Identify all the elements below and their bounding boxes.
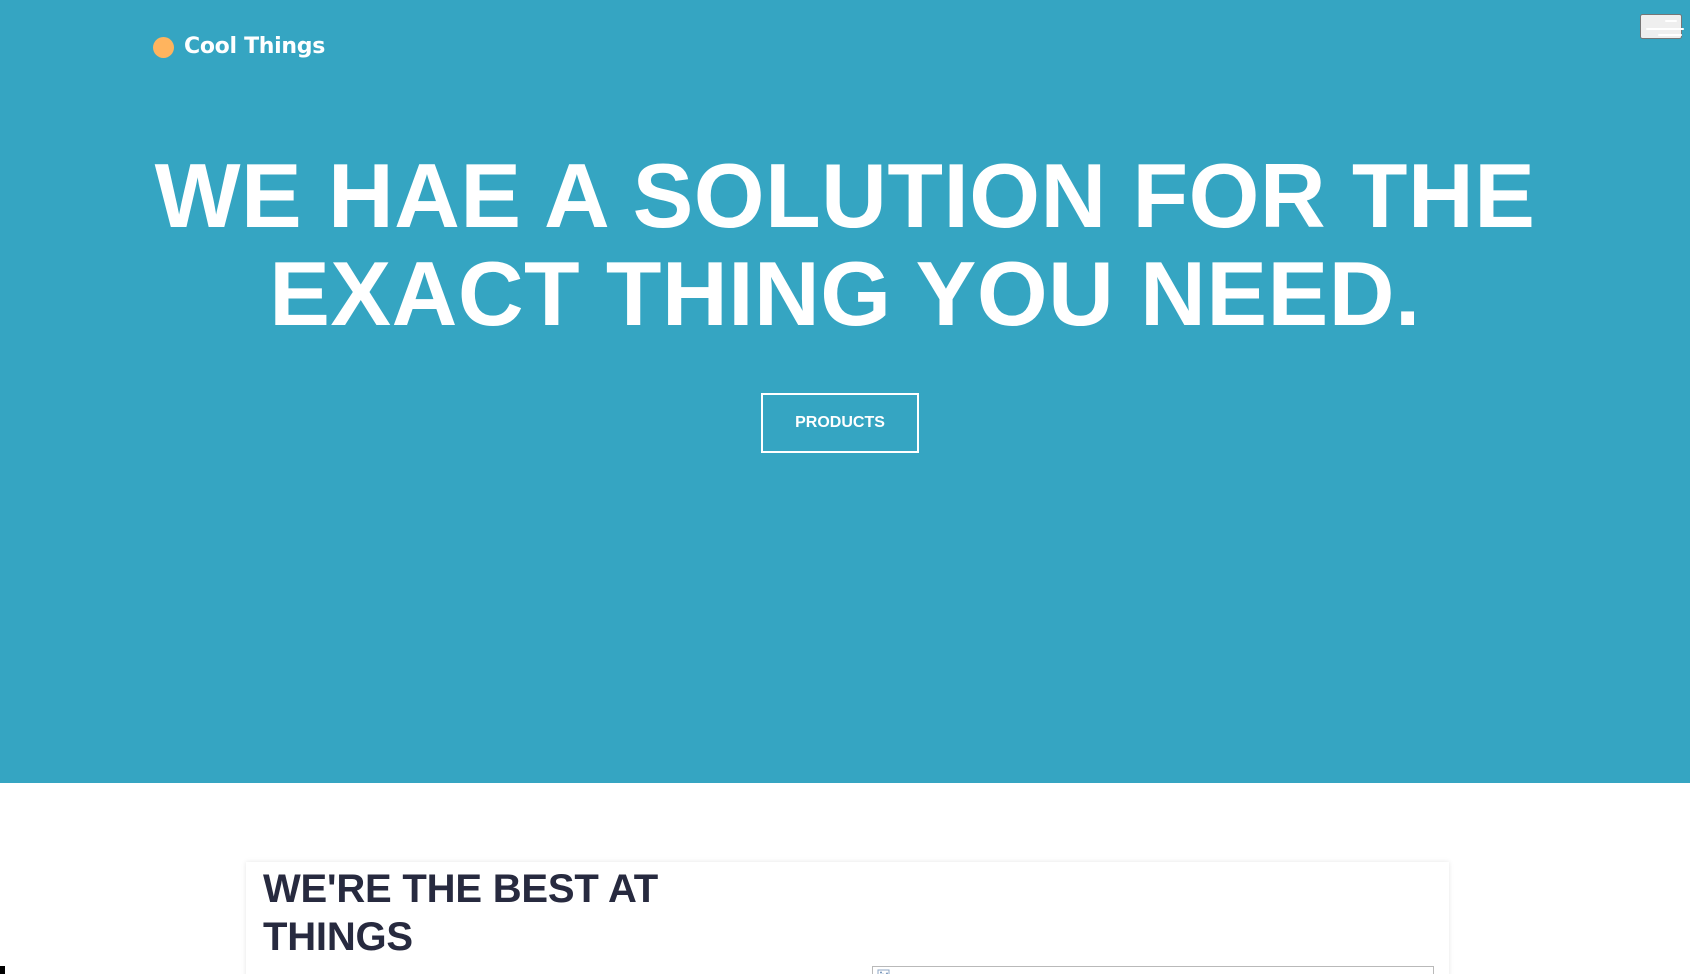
hamburger-menu-icon bbox=[1658, 34, 1682, 36]
hamburger-menu-icon bbox=[1646, 28, 1684, 30]
page-edge-shadow bbox=[0, 966, 5, 974]
feature-title: WE'RE THE BEST AT THINGS bbox=[263, 867, 658, 959]
products-button[interactable]: PRODUCTS bbox=[761, 393, 919, 453]
hero-headline: WE HAE A SOLUTION FOR THE EXACT THING YO… bbox=[154, 146, 1536, 345]
brand-logo[interactable]: Cool Things bbox=[153, 36, 325, 58]
hamburger-menu-button[interactable] bbox=[1640, 14, 1684, 39]
brand-dot-icon bbox=[153, 36, 174, 58]
brand-name: Cool Things bbox=[184, 34, 325, 59]
hero-section: Cool Things WE HAE A SOLUTION FOR THE EX… bbox=[0, 0, 1690, 783]
hamburger-menu-icon bbox=[1665, 20, 1677, 22]
landing-page: Cool Things WE HAE A SOLUTION FOR THE EX… bbox=[0, 0, 1690, 974]
feature-card: WE'RE THE BEST AT THINGS bbox=[246, 862, 1449, 974]
broken-image-icon bbox=[877, 969, 890, 974]
feature-image-placeholder bbox=[872, 966, 1434, 974]
